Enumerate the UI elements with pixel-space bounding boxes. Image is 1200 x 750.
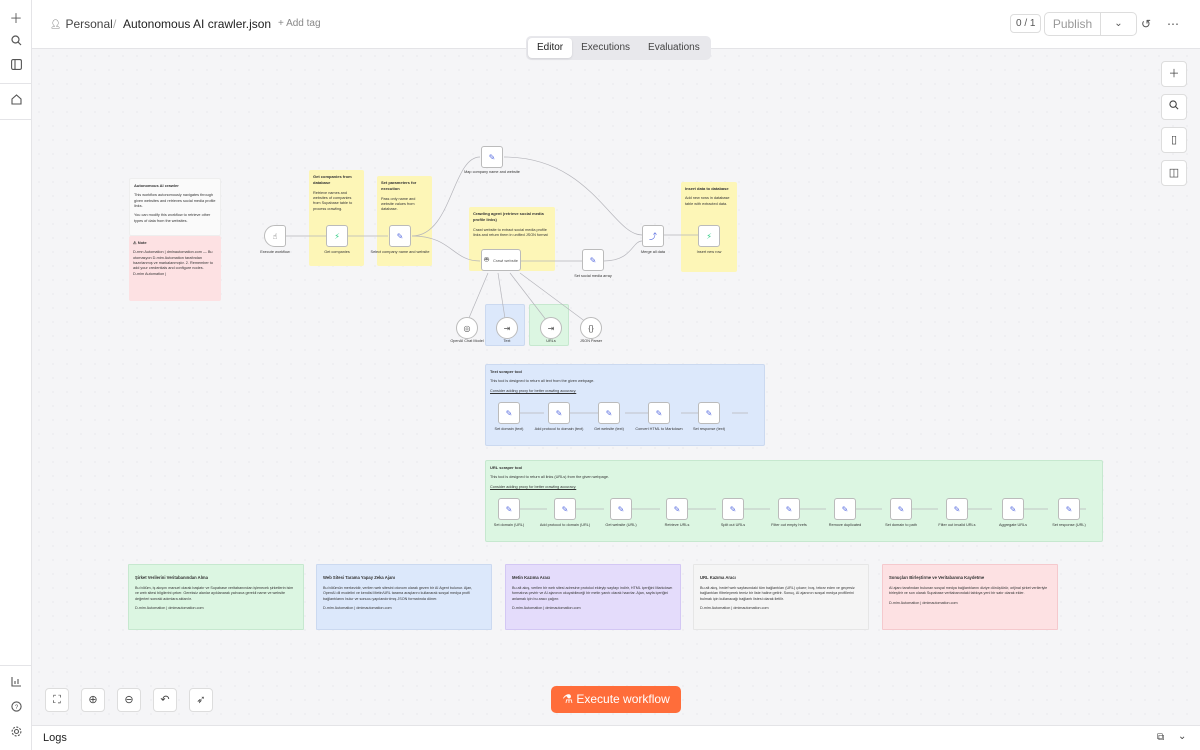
fit-view-button[interactable]: ⛶	[45, 688, 69, 712]
node-label: Remove duplicated	[828, 523, 862, 527]
json-parser-node[interactable]: {}	[580, 317, 602, 339]
urls-tool-node[interactable]: ⇥	[540, 317, 562, 339]
node-label: Get companies	[324, 250, 350, 254]
convert-markdown-node[interactable]: ✎	[648, 402, 670, 424]
node-label: Set response (URL)	[1052, 523, 1086, 527]
more-options-icon[interactable]: ⋯	[1165, 16, 1181, 32]
set-domain-url-node[interactable]: ✎	[498, 498, 520, 520]
divider	[0, 119, 32, 120]
node-label: Retrieve URLs	[664, 523, 690, 527]
logs-collapse-icon[interactable]: ⌄	[1178, 731, 1186, 742]
zoom-in-button[interactable]: ⊕	[81, 688, 105, 712]
chevron-down-icon[interactable]: ⌄	[1101, 13, 1136, 35]
tab-executions[interactable]: Executions	[572, 38, 639, 58]
node-label: Aggregate URLs	[998, 523, 1028, 527]
add-protocol-text-node[interactable]: ✎	[548, 402, 570, 424]
set-domain-text-node[interactable]: ✎	[498, 402, 520, 424]
node-label: Set domain to path	[885, 523, 917, 527]
execute-workflow-button[interactable]: ⚗︎ Execute workflow	[551, 686, 681, 713]
help-icon[interactable]: ?	[6, 696, 26, 716]
node-label: Add protocol to domain (URL)	[539, 523, 591, 527]
select-company-node[interactable]: ✎	[389, 225, 411, 247]
breadcrumb-separator: /	[113, 17, 117, 31]
retrieve-urls-node[interactable]: ✎	[666, 498, 688, 520]
insights-icon[interactable]	[6, 671, 26, 691]
breadcrumb-workspace[interactable]: 👤︎ Personal	[50, 17, 113, 31]
publish-button-group: Publish ⌄	[1044, 12, 1137, 36]
node-label: Select company name and website	[370, 250, 430, 254]
add-protocol-url-node[interactable]: ✎	[554, 498, 576, 520]
set-domain-path-node[interactable]: ✎	[890, 498, 912, 520]
add-tag-button[interactable]: + Add tag	[278, 18, 321, 29]
user-icon: 👤︎	[50, 18, 62, 29]
execute-workflow-node[interactable]: ☝︎	[264, 225, 286, 247]
openai-model-node[interactable]: ◎	[456, 317, 478, 339]
node-label: Split out URLs	[720, 523, 746, 527]
tidy-up-button[interactable]: ➶	[189, 688, 213, 712]
add-sticky-button[interactable]: ▯	[1161, 127, 1187, 153]
node-label: Set domain (URL)	[493, 523, 525, 527]
workflow-name[interactable]: Autonomous AI crawler.json	[123, 17, 271, 31]
zoom-out-button[interactable]: ⊖	[117, 688, 141, 712]
home-icon[interactable]	[6, 89, 26, 109]
node-label: Crawl website	[493, 257, 518, 263]
text-tool-node[interactable]: ⇥	[496, 317, 518, 339]
node-label: Merge all data	[640, 250, 666, 254]
workspace-label: Personal	[65, 17, 113, 31]
flask-icon: ⚗︎	[562, 692, 574, 706]
filter-invalid-urls-node[interactable]: ✎	[946, 498, 968, 520]
logs-expand-icon[interactable]: ⧉	[1157, 732, 1164, 743]
node-label: Get website (URL)	[605, 523, 637, 527]
get-website-text-node[interactable]: ✎	[598, 402, 620, 424]
logs-panel[interactable]: Logs ⧉ ⌄	[32, 725, 1200, 750]
undo-button[interactable]: ↶	[153, 688, 177, 712]
robot-icon: 🤖︎	[484, 254, 489, 264]
set-response-url-node[interactable]: ✎	[1058, 498, 1080, 520]
get-website-url-node[interactable]: ✎	[610, 498, 632, 520]
node-label: Filter out invalid URLs	[938, 523, 976, 527]
publish-button[interactable]: Publish	[1045, 13, 1101, 35]
split-out-urls-node[interactable]: ✎	[722, 498, 744, 520]
map-company-node[interactable]: ✎	[481, 146, 503, 168]
toggle-panel-button[interactable]: ◫	[1161, 160, 1187, 186]
node-label: Set response (text)	[692, 427, 726, 431]
crawl-website-node[interactable]: 🤖︎ Crawl website	[481, 249, 521, 271]
plus-icon[interactable]: ＋	[6, 7, 26, 27]
node-label: Map company name and website	[464, 170, 520, 174]
connections	[286, 156, 1086, 510]
workflow-canvas[interactable]: Autonomous AI crawler This workflow auto…	[32, 49, 1200, 725]
node-label: Filter out empty hrefs	[771, 523, 807, 527]
filter-empty-hrefs-node[interactable]: ✎	[778, 498, 800, 520]
tab-evaluations[interactable]: Evaluations	[639, 38, 709, 58]
view-tabs: Editor Executions Evaluations	[526, 36, 711, 60]
merge-node[interactable]: ⤴	[642, 225, 664, 247]
node-label: Set social media array	[574, 274, 612, 278]
logs-label: Logs	[43, 732, 67, 744]
remove-duplicated-node[interactable]: ✎	[834, 498, 856, 520]
history-icon[interactable]: ↺	[1138, 16, 1154, 32]
get-companies-node[interactable]: ⚡︎	[326, 225, 348, 247]
version-counter: 0 / 1	[1010, 14, 1042, 33]
divider	[0, 83, 32, 84]
insert-row-node[interactable]: ⚡︎	[698, 225, 720, 247]
node-label: JSON Parser	[579, 339, 603, 343]
divider	[0, 665, 32, 666]
tab-editor[interactable]: Editor	[528, 38, 573, 58]
add-node-button[interactable]: ＋	[1161, 61, 1187, 87]
execute-workflow-label: Execute workflow	[576, 692, 670, 706]
svg-text:?: ?	[14, 704, 18, 710]
search-icon[interactable]	[6, 30, 26, 50]
aggregate-urls-node[interactable]: ✎	[1002, 498, 1024, 520]
set-response-text-node[interactable]: ✎	[698, 402, 720, 424]
node-label: Execute workflow	[260, 250, 290, 254]
panel-toggle-icon[interactable]	[6, 54, 26, 74]
set-social-node[interactable]: ✎	[582, 249, 604, 271]
left-sidebar: ＋ ?	[0, 0, 32, 750]
settings-gear-icon[interactable]	[6, 721, 26, 741]
node-label: Insert new row	[696, 250, 722, 254]
search-nodes-button[interactable]	[1161, 94, 1187, 120]
